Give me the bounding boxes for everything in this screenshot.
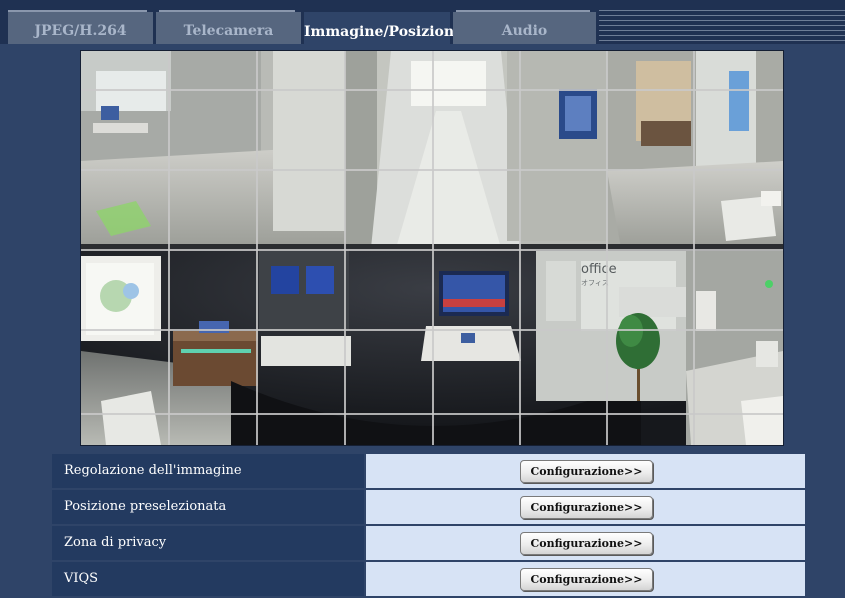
settings-row-preset-position: Posizione preselezionata Configurazione>… (52, 490, 805, 524)
tab-divider (444, 6, 456, 12)
grid-line (81, 169, 783, 171)
row-label: Zona di privacy (52, 526, 364, 560)
tab-telecamera[interactable]: Telecamera (156, 10, 301, 44)
tab-immagine-posizione[interactable]: Immagine/Posizione (304, 12, 463, 44)
tab-bar: JPEG/H.264 Telecamera Immagine/Posizione… (0, 0, 845, 44)
settings-table: Regolazione dell'immagine Configurazione… (52, 454, 805, 598)
grid-line (81, 413, 783, 415)
configure-preset-position-button[interactable]: Configurazione>> (520, 496, 653, 519)
grid-line (693, 51, 695, 445)
grid-line (168, 51, 170, 445)
office-sign-text: office (581, 262, 617, 277)
camera-image[interactable]: office オフィス (80, 50, 784, 446)
row-label: Regolazione dell'immagine (52, 454, 364, 488)
row-cell: Configurazione>> (366, 454, 805, 488)
settings-row-image-adjust: Regolazione dell'immagine Configurazione… (52, 454, 805, 488)
grid-line (606, 51, 608, 445)
grid-line (81, 249, 783, 251)
configure-viqs-button[interactable]: Configurazione>> (520, 568, 653, 591)
settings-row-privacy-zone: Zona di privacy Configurazione>> (52, 526, 805, 560)
tab-audio[interactable]: Audio (453, 10, 596, 44)
grid-line (432, 51, 434, 445)
row-cell: Configurazione>> (366, 490, 805, 524)
office-sign-subtext: オフィス (581, 279, 609, 287)
tab-bar-decoration (599, 10, 845, 44)
settings-page: JPEG/H.264 Telecamera Immagine/Posizione… (0, 0, 845, 598)
row-label: Posizione preselezionata (52, 490, 364, 524)
tab-jpeg-h264[interactable]: JPEG/H.264 (8, 10, 153, 44)
row-label: VIQS (52, 562, 364, 596)
grid-line (256, 51, 258, 445)
configure-image-adjust-button[interactable]: Configurazione>> (520, 460, 653, 483)
grid-line (519, 51, 521, 445)
tab-divider (295, 6, 307, 12)
configure-privacy-zone-button[interactable]: Configurazione>> (520, 532, 653, 555)
row-cell: Configurazione>> (366, 526, 805, 560)
row-cell: Configurazione>> (366, 562, 805, 596)
tab-divider (147, 6, 159, 12)
grid-line (81, 89, 783, 91)
grid-line (344, 51, 346, 445)
settings-row-viqs: VIQS Configurazione>> (52, 562, 805, 596)
grid-line (81, 329, 783, 331)
